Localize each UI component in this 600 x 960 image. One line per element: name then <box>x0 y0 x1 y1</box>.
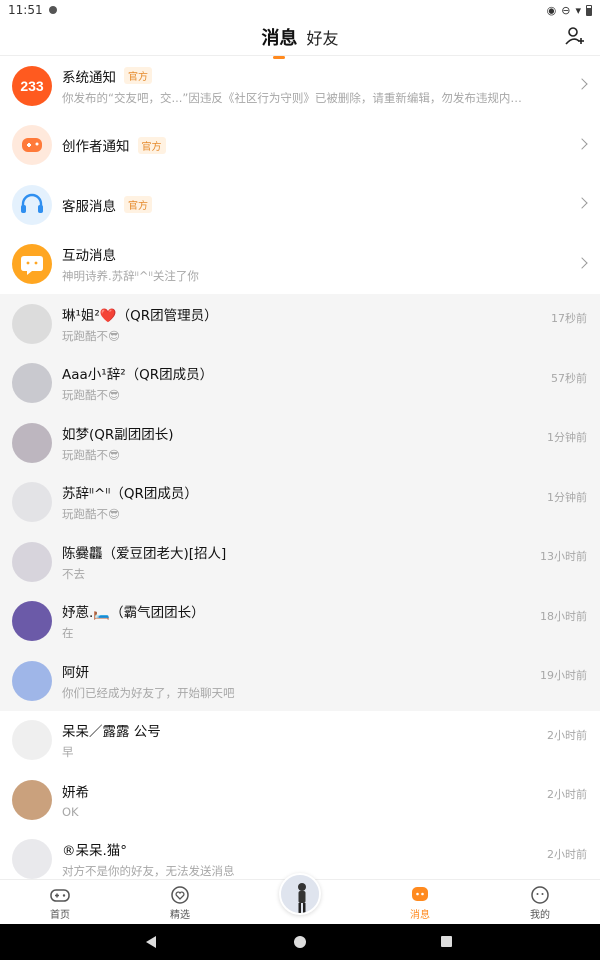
conversation-row[interactable]: 陈爨龘（爱豆团老大)[招人] 不去 13小时前 <box>0 532 600 592</box>
eye-icon: ◉ <box>546 3 557 17</box>
conversation-name: 陈爨龘（爱豆团老大)[招人] <box>62 545 227 562</box>
status-bar: 11:51 ◉ ⊖ ▾ <box>0 0 600 20</box>
notification-row-creator[interactable]: 创作者通知 官方 <box>0 116 600 176</box>
conversation-name: Aaa小¹辞²（QR团成员） <box>62 367 214 384</box>
conversation-time: 2小时前 <box>547 728 587 742</box>
gamepad-icon <box>12 125 52 166</box>
gamepad-icon <box>50 889 70 902</box>
conversation-name: 苏辞ᴵᴵ^ᴵᴵ（QR团成员） <box>62 486 198 503</box>
conversation-row[interactable]: ®呆呆.猫° 对方不是你的好友，无法发送消息 2小时前 <box>0 830 600 879</box>
nav-messages[interactable]: 消息 <box>390 886 450 921</box>
add-friend-icon[interactable] <box>564 25 586 47</box>
conversation-row[interactable]: 如梦(QR副团团长) 玩跑酷不😎 1分钟前 <box>0 413 600 473</box>
conversation-time: 19小时前 <box>540 669 587 682</box>
conversation-time: 1分钟前 <box>547 431 587 444</box>
bottom-nav: 首页 精选 消息 我的 <box>0 873 600 924</box>
official-badge: 官方 <box>124 196 152 214</box>
233-logo-icon: 233 <box>12 65 52 106</box>
tab-messages[interactable]: 消息 <box>261 24 297 50</box>
conversation-name: 妍希 <box>62 784 89 801</box>
avatar <box>12 482 52 523</box>
conversation-row[interactable]: 呆呆／露露 公号 早 2小时前 <box>0 711 600 771</box>
conversation-preview: 玩跑酷不😎 <box>62 388 120 403</box>
tab-friends[interactable]: 好友 <box>307 25 339 49</box>
conversation-preview: 在 <box>62 626 74 641</box>
notification-title: 客服消息 <box>62 198 116 215</box>
conversation-row[interactable]: Aaa小¹辞²（QR团成员） 玩跑酷不😎 57秒前 <box>0 353 600 413</box>
avatar <box>12 601 52 642</box>
system-nav-bar <box>0 924 600 960</box>
notification-preview: 你发布的“交友吧，交...”因违反《社区行为守则》已被删除，请重新编辑，勿发布违… <box>62 90 530 105</box>
status-time: 11:51 <box>8 3 43 17</box>
official-badge: 官方 <box>124 67 152 85</box>
conversation-row[interactable]: 苏辞ᴵᴵ^ᴵᴵ（QR团成员） 玩跑酷不😎 1分钟前 <box>0 472 600 532</box>
home-icon[interactable] <box>294 936 306 948</box>
conversation-name: 阿妍 <box>62 664 89 681</box>
conversation-name: 呆呆／露露 公号 <box>62 724 161 741</box>
conversation-preview: 你们已经成为好友了，开始聊天吧 <box>62 685 235 700</box>
conversation-name: 如梦(QR副团团长) <box>62 426 174 443</box>
conversation-time: 57秒前 <box>551 371 587 385</box>
do-not-disturb-icon: ⊖ <box>561 3 571 17</box>
notification-title: 系统通知 <box>62 69 116 86</box>
notification-title: 创作者通知 <box>62 139 130 156</box>
chat-bubble-icon <box>12 244 52 285</box>
avatar <box>12 720 52 761</box>
nav-label: 首页 <box>50 910 70 921</box>
avatar <box>12 541 52 582</box>
conversation-preview: 早 <box>62 745 74 760</box>
conversation-name: 妤蒽.🛏️（霸气团团长） <box>62 605 205 622</box>
recent-apps-icon[interactable] <box>441 936 452 947</box>
message-icon <box>412 887 428 901</box>
conversation-row[interactable]: 妍希 OK 2小时前 <box>0 770 600 830</box>
avatar <box>12 839 52 879</box>
conversation-name: ®呆呆.猫° <box>62 843 128 860</box>
smiley-icon <box>531 886 549 904</box>
avatar <box>12 660 52 701</box>
nav-label: 消息 <box>410 910 430 921</box>
avatar <box>12 422 52 463</box>
conversation-row[interactable]: 琳¹姐²❤️（QR团管理员） 玩跑酷不😎 17秒前 <box>0 294 600 354</box>
avatar <box>12 363 52 404</box>
conversation-row[interactable]: 阿妍 你们已经成为好友了，开始聊天吧 19小时前 <box>0 651 600 711</box>
headset-icon <box>12 184 52 225</box>
logo-text: 233 <box>20 77 44 94</box>
nav-label: 精选 <box>170 910 190 921</box>
official-badge: 官方 <box>137 136 166 154</box>
avatar <box>12 303 52 344</box>
conversation-time: 13小时前 <box>540 550 587 563</box>
notification-title: 互动消息 <box>62 248 116 265</box>
conversation-preview: 不去 <box>62 566 85 581</box>
notification-preview: 神明诗养.苏辞ᴵᴵ^ᴵᴵ关注了你 <box>62 269 199 284</box>
notification-dot-icon <box>48 6 57 14</box>
avatar <box>12 779 52 820</box>
wifi-icon: ▾ <box>575 3 581 17</box>
nav-label: 我的 <box>530 910 550 921</box>
notification-row-system[interactable]: 233 系统通知 官方 你发布的“交友吧，交...”因违反《社区行为守则》已被删… <box>0 56 600 116</box>
nav-center-avatar[interactable] <box>279 873 321 915</box>
conversation-time: 2小时前 <box>547 847 587 861</box>
character-avatar-icon <box>281 875 319 913</box>
conversation-time: 2小时前 <box>547 788 587 801</box>
conversation-time: 18小时前 <box>540 609 587 623</box>
conversation-name: 琳¹姐²❤️（QR团管理员） <box>62 307 218 324</box>
conversation-preview: OK <box>62 804 79 819</box>
conversation-preview: 玩跑酷不😎 <box>62 447 120 462</box>
nav-featured[interactable]: 精选 <box>150 886 210 921</box>
conversation-row[interactable]: 妤蒽.🛏️（霸气团团长） 在 18小时前 <box>0 591 600 651</box>
notification-row-customer-service[interactable]: 客服消息 官方 <box>0 175 600 235</box>
heart-badge-icon <box>171 886 189 904</box>
conversation-time: 1分钟前 <box>547 490 587 504</box>
conversation-preview: 玩跑酷不😎 <box>62 507 120 522</box>
nav-home[interactable]: 首页 <box>30 886 90 921</box>
conversation-time: 17秒前 <box>551 312 587 325</box>
battery-icon <box>586 4 592 16</box>
header: 消息 好友 <box>0 20 600 56</box>
nav-me[interactable]: 我的 <box>510 886 570 921</box>
conversation-preview: 玩跑酷不😎 <box>62 328 120 343</box>
message-list[interactable]: 233 系统通知 官方 你发布的“交友吧，交...”因违反《社区行为守则》已被删… <box>0 56 600 879</box>
notification-row-interaction[interactable]: 互动消息 神明诗养.苏辞ᴵᴵ^ᴵᴵ关注了你 <box>0 235 600 295</box>
back-icon[interactable] <box>146 936 156 948</box>
